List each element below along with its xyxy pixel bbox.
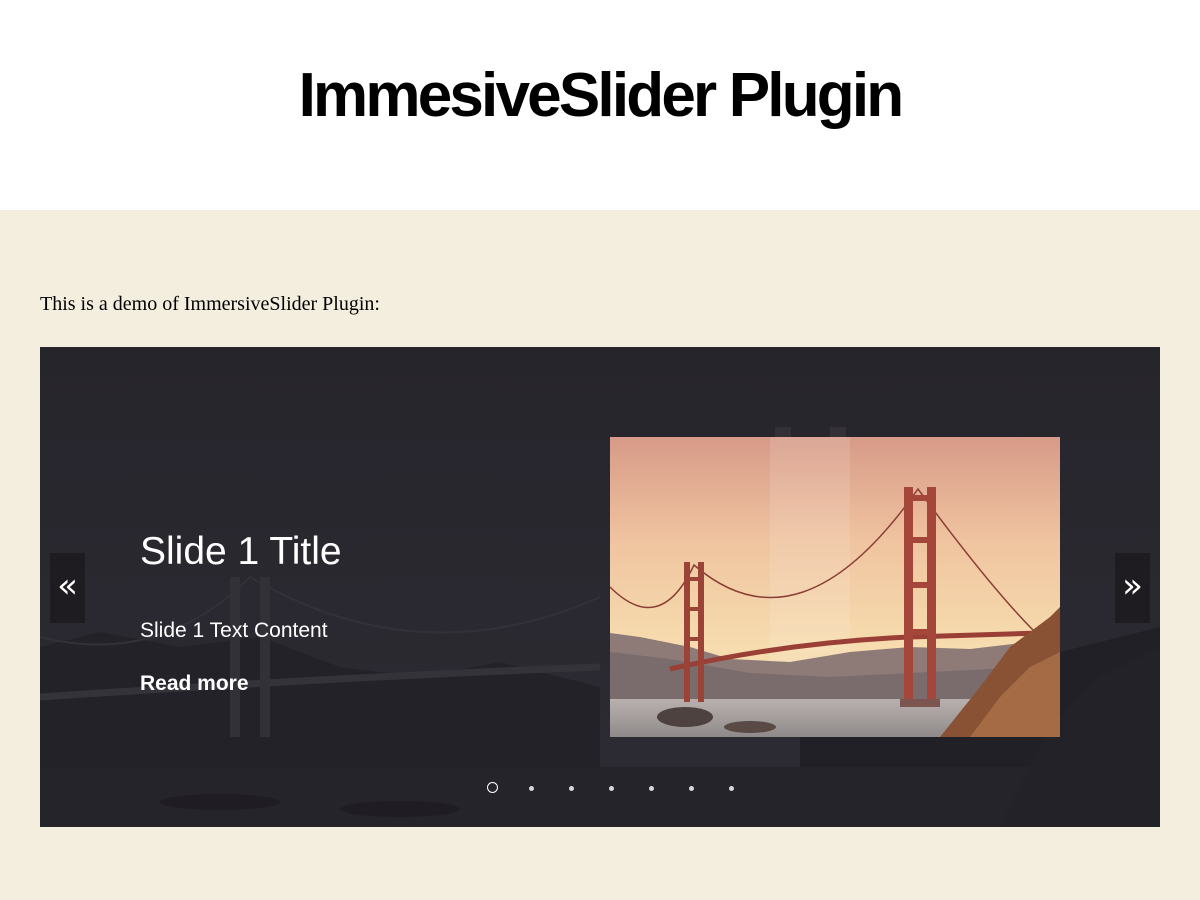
image-slider: Slide 1 Title Slide 1 Text Content Read …: [40, 347, 1160, 827]
slide-title: Slide 1 Title: [140, 530, 342, 573]
pagination-dot[interactable]: [729, 786, 734, 791]
pagination-dot[interactable]: [649, 786, 654, 791]
next-slide-button[interactable]: »: [1115, 553, 1150, 623]
site-header: ImmesiveSlider Plugin: [0, 0, 1200, 210]
pagination-dot[interactable]: [609, 786, 614, 791]
slide-pagination: [40, 781, 1160, 797]
slide-text: Slide 1 Text Content: [140, 619, 328, 642]
read-more-link[interactable]: Read more: [140, 672, 249, 696]
golden-gate-bridge-photo: [610, 437, 1060, 737]
previous-slide-button[interactable]: «: [50, 553, 85, 623]
page-title: ImmesiveSlider Plugin: [298, 61, 905, 130]
slide-image: [610, 437, 1060, 737]
double-chevron-right-icon: »: [1122, 566, 1143, 606]
pagination-dot[interactable]: [529, 786, 534, 791]
double-chevron-left-icon: «: [57, 566, 78, 606]
pagination-dot[interactable]: [487, 782, 498, 793]
content-area: This is a demo of ImmersiveSlider Plugin…: [0, 210, 1200, 900]
intro-text: This is a demo of ImmersiveSlider Plugin…: [40, 293, 380, 315]
pagination-dot[interactable]: [569, 786, 574, 791]
pagination-dot[interactable]: [689, 786, 694, 791]
